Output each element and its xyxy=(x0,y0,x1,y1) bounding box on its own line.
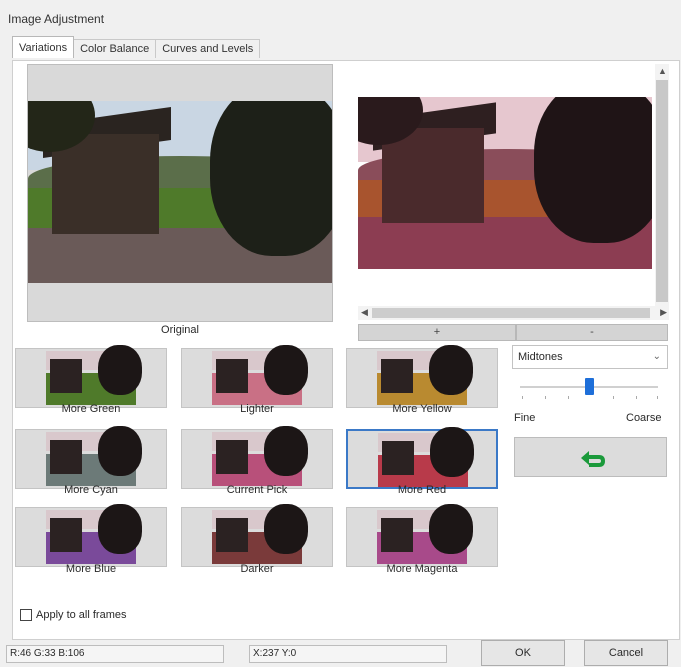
tab-curves-and-levels[interactable]: Curves and Levels xyxy=(155,39,261,58)
slider-tick xyxy=(636,396,637,399)
variation-thumbnail[interactable] xyxy=(15,345,167,408)
slider-tick xyxy=(657,396,658,399)
variation-label: Current Pick xyxy=(226,484,288,496)
rgb-readout: R:46 G:33 B:106 xyxy=(6,645,224,663)
scroll-right-icon[interactable]: ▶ xyxy=(660,307,667,318)
variation-preview-image xyxy=(46,426,142,486)
preview-image xyxy=(358,97,652,269)
slider-tick xyxy=(545,396,546,399)
original-label: Original xyxy=(161,324,199,336)
tab-variations[interactable]: Variations xyxy=(12,36,75,58)
zoom-out-button[interactable]: - xyxy=(516,324,668,341)
tab-bar: Variations Color Balance Curves and Leve… xyxy=(12,36,261,61)
variation-preview-image xyxy=(377,345,473,405)
variation-preview-image xyxy=(46,504,142,564)
xy-readout: X:237 Y:0 xyxy=(249,645,447,663)
variation-thumbnail[interactable] xyxy=(181,426,333,489)
original-image-frame xyxy=(27,64,333,322)
undo-button[interactable] xyxy=(514,437,667,477)
slider-tick xyxy=(522,396,523,399)
variation-label: More Blue xyxy=(65,563,117,575)
variation-preview-image xyxy=(46,345,142,405)
variation-preview-image xyxy=(212,426,308,486)
apply-all-checkbox[interactable] xyxy=(20,609,32,621)
zoom-in-button[interactable]: + xyxy=(358,324,516,341)
scroll-left-icon[interactable]: ◀ xyxy=(361,307,368,318)
window-title: Image Adjustment xyxy=(8,12,105,26)
variation-preview-image xyxy=(377,504,473,564)
variation-thumbnail[interactable] xyxy=(346,345,498,408)
variation-thumbnail[interactable] xyxy=(181,345,333,408)
variation-thumbnail[interactable] xyxy=(15,426,167,489)
tone-range-select[interactable]: Midtones ⌄ xyxy=(512,345,668,369)
variation-label: Lighter xyxy=(240,403,274,415)
vertical-scroll-thumb[interactable] xyxy=(656,80,668,302)
ok-button[interactable]: OK xyxy=(481,640,565,666)
scroll-up-icon[interactable]: ▲ xyxy=(658,66,667,76)
slider-tick xyxy=(568,396,569,399)
undo-arrow-icon xyxy=(581,451,605,467)
variation-label: More Red xyxy=(397,484,447,496)
variation-preview-image xyxy=(212,345,308,405)
slider-tick xyxy=(613,396,614,399)
variation-label: More Magenta xyxy=(386,563,458,575)
chevron-down-icon: ⌄ xyxy=(652,351,661,362)
cancel-button[interactable]: Cancel xyxy=(584,640,668,666)
variation-thumbnail[interactable] xyxy=(181,504,333,567)
variation-label: More Yellow xyxy=(392,403,452,415)
tab-color-balance[interactable]: Color Balance xyxy=(73,39,157,58)
apply-all-label: Apply to all frames xyxy=(36,609,127,621)
apply-all-row[interactable]: Apply to all frames xyxy=(20,609,126,621)
variation-label: Darker xyxy=(240,563,274,575)
variation-preview-image xyxy=(378,427,474,487)
fine-coarse-slider-thumb[interactable] xyxy=(585,378,594,395)
coarse-label: Coarse xyxy=(626,412,662,424)
variation-label: More Green xyxy=(61,403,121,415)
fine-label: Fine xyxy=(514,412,536,424)
tone-range-value: Midtones xyxy=(518,351,563,363)
variation-thumbnail[interactable] xyxy=(15,504,167,567)
variation-thumbnail[interactable] xyxy=(346,504,498,567)
horizontal-scroll-thumb[interactable] xyxy=(372,308,650,318)
variation-label: More Cyan xyxy=(64,484,118,496)
original-image xyxy=(28,101,332,283)
variation-thumbnail[interactable] xyxy=(346,427,498,489)
variation-preview-image xyxy=(212,504,308,564)
preview-area xyxy=(345,64,655,319)
